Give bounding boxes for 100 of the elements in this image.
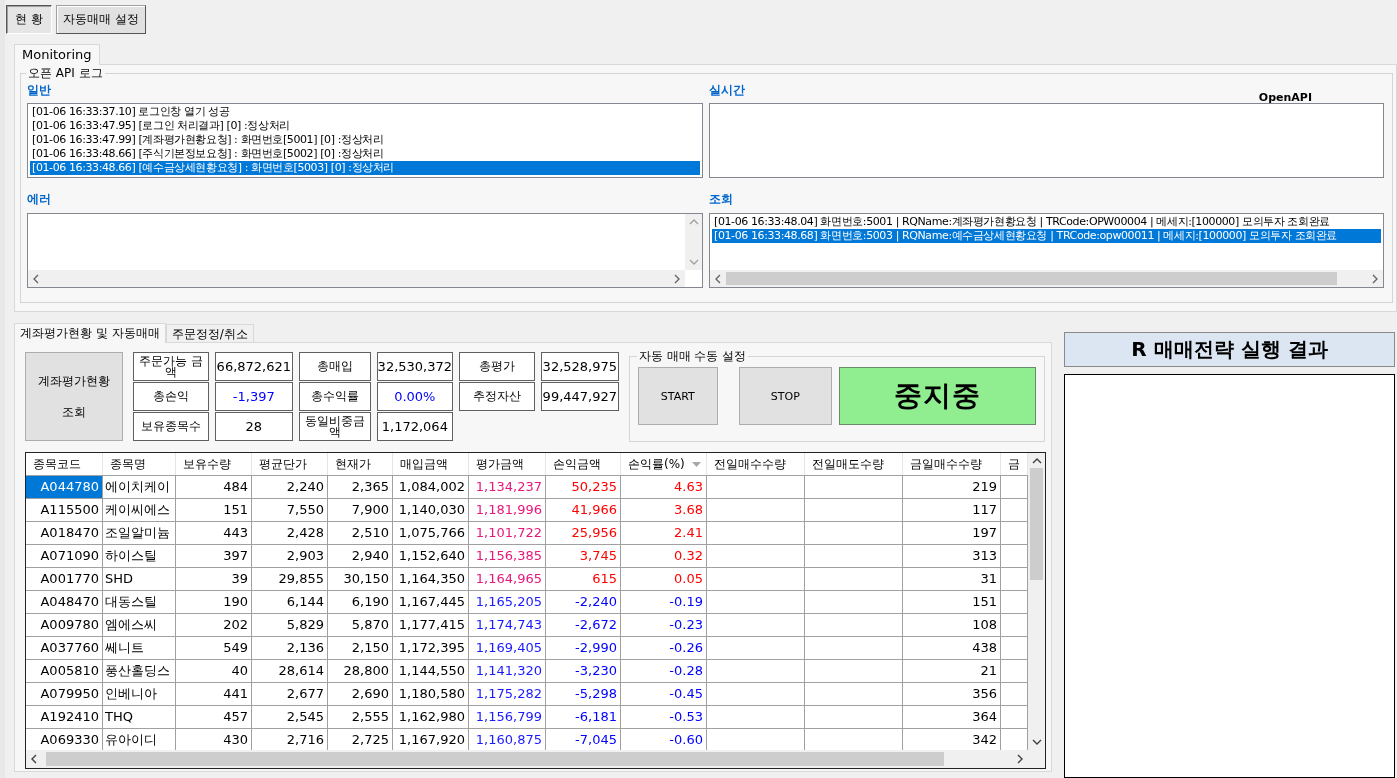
column-header[interactable]: 종목명 <box>103 453 176 475</box>
table-cell: SHD <box>103 568 176 590</box>
table-cell: 1,172,395 <box>393 637 469 659</box>
table-cell: A044780 <box>26 476 103 498</box>
table-cell: 7,550 <box>252 499 328 521</box>
tab[interactable]: Monitoring <box>14 44 100 65</box>
table-cell: 2,903 <box>252 545 328 567</box>
summary-label: 총수익률 <box>298 382 371 411</box>
column-header[interactable]: 현재가 <box>328 453 393 475</box>
table-cell: -2,240 <box>546 591 621 613</box>
table-cell: A037760 <box>26 637 103 659</box>
table-cell: 30,150 <box>328 568 393 590</box>
section-label: 조회 <box>709 192 733 206</box>
table-cell: 2.41 <box>621 522 707 544</box>
vertical-scrollbar[interactable] <box>1028 453 1045 750</box>
table-cell: 1,156,799 <box>469 706 546 728</box>
table-cell: A009780 <box>26 614 103 636</box>
log-entry[interactable]: [01-06 16:33:47.99] [계좌평가현황요청] : 화면번호[5001] [0] :정상처리 <box>30 133 700 147</box>
column-header[interactable]: 손익금액 <box>546 453 621 475</box>
summary-label: 총평가 <box>458 352 535 381</box>
summary-label: 총손익 <box>132 382 209 411</box>
table-cell: 397 <box>176 545 252 567</box>
table-cell: 3.68 <box>621 499 707 521</box>
tab[interactable]: 계좌평가현황 및 자동매매 <box>14 323 166 343</box>
tab[interactable]: 주문정정/취소 <box>165 324 254 342</box>
table-cell: 31 <box>903 568 1001 590</box>
table-cell: 2,240 <box>252 476 328 498</box>
table-cell: A071090 <box>26 545 103 567</box>
table-cell: 케이씨에스 <box>103 499 176 521</box>
table-cell: 5,870 <box>328 614 393 636</box>
tab-button[interactable]: 자동매매 설정 <box>55 5 146 34</box>
horizontal-scrollbar[interactable] <box>26 750 1045 768</box>
table-cell: 에이치케이 <box>103 476 176 498</box>
column-header[interactable]: 금일매수수량 <box>903 453 1001 475</box>
table-cell: 1,175,282 <box>469 683 546 705</box>
control-button[interactable]: STOP <box>738 367 832 425</box>
table-cell: 1,084,002 <box>393 476 469 498</box>
table-cell: 2,428 <box>252 522 328 544</box>
column-header[interactable]: 평균단가 <box>252 453 328 475</box>
column-header[interactable]: 손익률(%) <box>621 453 707 475</box>
table-cell: A192410 <box>26 706 103 728</box>
section-label: 일반 <box>27 83 51 97</box>
table-cell: 하이스틸 <box>103 545 176 567</box>
table-cell: 29,855 <box>252 568 328 590</box>
summary-label: 총매입 <box>298 352 371 381</box>
table-cell: A005810 <box>26 660 103 682</box>
log-list[interactable]: [01-06 16:33:48.04] 화면번호:5001 | RQName:계좌평가현황요청 | TRCode:OPW00004 | 메세지:[100000] 모의투자 조회완료 [01-06 16:33:48.68] 화면번호:5003 | RQName:예수금상세현황요청 | TRCode:opw00011 | 메세지:[100000] 모의투자 조회완료 <box>709 213 1384 288</box>
table-cell: 28,800 <box>328 660 393 682</box>
table-cell: 1,140,030 <box>393 499 469 521</box>
column-header[interactable]: 매입금액 <box>393 453 469 475</box>
table-cell: -2,990 <box>546 637 621 659</box>
label: OpenAPI <box>1258 92 1312 104</box>
status-button[interactable]: 중지중 <box>838 367 1036 425</box>
summary-value: 32,528,975 <box>540 352 619 381</box>
table-cell: 풍산홀딩스 <box>103 660 176 682</box>
table-cell: 549 <box>176 637 252 659</box>
summary-value: 32,530,372 <box>376 352 453 381</box>
table-cell: -0.28 <box>621 660 707 682</box>
log-entry[interactable]: [01-06 16:33:48.66] [주식기본정보요청] : 화면번호[5002] [0] :정상처리 <box>30 147 700 161</box>
column-header[interactable]: 전일매수수량 <box>707 453 805 475</box>
group-title: 자동 매매 수동 설정 <box>637 348 748 365</box>
column-header[interactable]: 전일매도수량 <box>805 453 903 475</box>
table-cell: 7,900 <box>328 499 393 521</box>
column-header[interactable]: 평가금액 <box>469 453 546 475</box>
table-cell: 151 <box>903 591 1001 613</box>
query-button[interactable]: 계좌평가현황 조회 <box>25 352 123 441</box>
column-header[interactable]: 종목코드 <box>26 453 103 475</box>
log-entry[interactable]: [01-06 16:33:48.68] 화면번호:5003 | RQName:예수금상세현황요청 | TRCode:opw00011 | 메세지:[100000] 모의투자 조회완료 <box>712 229 1381 243</box>
table-cell: 151 <box>176 499 252 521</box>
section-label: 실시간 <box>709 83 745 97</box>
horizontal-scrollbar[interactable] <box>28 270 685 287</box>
table-cell: -0.53 <box>621 706 707 728</box>
table-cell: 인베니아 <box>103 683 176 705</box>
table-cell: 190 <box>176 591 252 613</box>
table-cell: A079950 <box>26 683 103 705</box>
table-cell: 1,141,320 <box>469 660 546 682</box>
summary-value: 0.00% <box>376 382 453 411</box>
horizontal-scrollbar[interactable] <box>710 270 1383 287</box>
summary-label: 추정자산 <box>458 382 535 411</box>
summary-value: -1,397 <box>214 382 293 411</box>
table-cell: 4.63 <box>621 476 707 498</box>
tab-button[interactable]: 현 황 <box>6 5 52 34</box>
table-cell: A018470 <box>26 522 103 544</box>
control-button[interactable]: START <box>637 367 718 425</box>
table-cell: -0.26 <box>621 637 707 659</box>
table-cell: 356 <box>903 683 1001 705</box>
log-entry[interactable]: [01-06 16:33:48.04] 화면번호:5001 | RQName:계좌평가현황요청 | TRCode:OPW00004 | 메세지:[100000] 모의투자 조회완료 <box>712 215 1381 229</box>
table-cell: THQ <box>103 706 176 728</box>
table-cell: 443 <box>176 522 252 544</box>
log-entry[interactable]: [01-06 16:33:48.66] [예수금상세현황요청] : 화면번호[5003] [0] :정상처리 <box>30 161 700 175</box>
log-list[interactable] <box>27 103 703 178</box>
log-entry[interactable]: [01-06 16:33:47.95] [로그인 처리결과] [0] :정상처리 <box>30 119 700 133</box>
table-cell: 1,156,385 <box>469 545 546 567</box>
column-header[interactable]: 보유수량 <box>176 453 252 475</box>
table-cell: 1,164,965 <box>469 568 546 590</box>
table-cell: 202 <box>176 614 252 636</box>
log-entry[interactable]: [01-06 16:33:37.10] 로그인창 열기 성공 <box>30 105 700 119</box>
table-cell: 484 <box>176 476 252 498</box>
table-cell: 3,745 <box>546 545 621 567</box>
table-cell: 1,169,405 <box>469 637 546 659</box>
